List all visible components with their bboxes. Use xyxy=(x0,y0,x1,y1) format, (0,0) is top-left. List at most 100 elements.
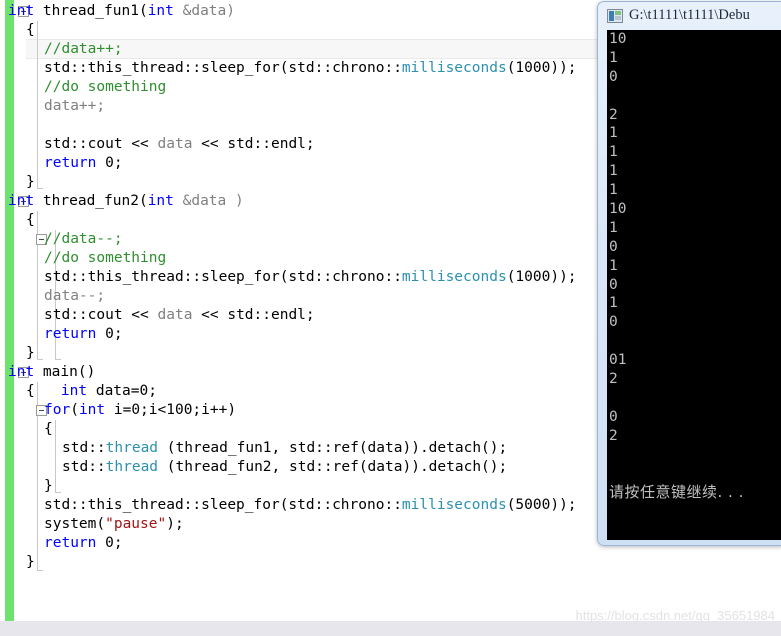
code-line[interactable]: std::this_thread::sleep_for(std::chrono:… xyxy=(0,268,577,287)
code-token: data--; xyxy=(44,288,106,304)
code-token: << std::endl; xyxy=(192,136,315,152)
console-output-line: 2 xyxy=(609,371,618,388)
code-token: (1000)); xyxy=(506,60,577,76)
code-token: int xyxy=(147,193,183,209)
indent-guide-end xyxy=(55,359,61,360)
code-line[interactable]: //data++; xyxy=(0,40,123,59)
code-token: thread xyxy=(105,459,159,475)
code-line[interactable]: return 0; xyxy=(0,534,123,553)
code-line[interactable]: system("pause"); xyxy=(0,515,184,534)
console-output-line: 1 xyxy=(609,163,618,180)
code-line[interactable]: { xyxy=(0,21,35,40)
code-line[interactable]: int thread_fun2(int &data ) xyxy=(0,192,244,211)
code-token: } xyxy=(26,174,35,190)
code-token: std::this_thread::sleep_for(std::chrono:… xyxy=(44,269,402,285)
code-token: &data ) xyxy=(182,193,244,209)
code-token: 0; xyxy=(105,155,123,171)
code-token: data=0; xyxy=(95,383,157,399)
indent-guide-end xyxy=(37,570,43,571)
code-token: int xyxy=(147,3,183,19)
code-line[interactable]: } xyxy=(0,553,35,572)
code-line[interactable]: std::this_thread::sleep_for(std::chrono:… xyxy=(0,496,577,515)
code-token: "pause" xyxy=(105,516,167,532)
code-token: 0; xyxy=(105,326,123,342)
code-line[interactable]: std::cout << data << std::endl; xyxy=(0,135,315,154)
code-token: std:: xyxy=(62,440,106,456)
code-line[interactable]: std::this_thread::sleep_for(std::chrono:… xyxy=(0,59,577,78)
code-line[interactable]: data++; xyxy=(0,97,105,116)
code-token: return xyxy=(44,535,106,551)
code-line[interactable]: std::thread (thread_fun2, std::ref(data)… xyxy=(0,458,507,477)
code-token: { xyxy=(44,421,53,437)
code-token: data xyxy=(157,307,193,323)
code-line[interactable]: { int data=0; xyxy=(0,382,157,401)
code-token: { xyxy=(26,22,35,38)
code-token: int xyxy=(78,402,114,418)
code-line[interactable]: int thread_fun1(int &data) xyxy=(0,2,235,21)
code-line[interactable]: data--; xyxy=(0,287,105,306)
console-output-line: 10 xyxy=(609,31,627,47)
code-token: std::this_thread::sleep_for(std::chrono:… xyxy=(44,60,402,76)
console-output-line: 0 xyxy=(609,314,618,331)
code-line[interactable]: } xyxy=(0,173,35,192)
code-token: milliseconds xyxy=(401,269,507,285)
code-token: (thread_fun1, std::ref(data)).detach(); xyxy=(158,440,508,456)
code-token: main() xyxy=(42,364,96,380)
watermark-text: https://blog.csdn.net/qq_35651984 xyxy=(575,608,776,623)
code-token: milliseconds xyxy=(401,497,507,513)
code-token: &data) xyxy=(182,3,235,19)
code-line[interactable]: //data--; xyxy=(0,230,123,249)
code-line[interactable]: } xyxy=(0,477,53,496)
code-token: } xyxy=(44,478,53,494)
code-token: int xyxy=(60,383,96,399)
code-line[interactable]: //do something xyxy=(0,78,166,97)
console-output-line: 0 xyxy=(609,68,618,85)
code-line[interactable] xyxy=(0,116,44,135)
code-token: thread xyxy=(105,440,159,456)
console-output-line: 0 xyxy=(609,276,618,293)
console-titlebar[interactable]: G:\t1111\t1111\Debu xyxy=(598,2,781,29)
code-token: { xyxy=(26,212,35,228)
console-output-line: 01 xyxy=(609,352,627,369)
code-token: for xyxy=(44,402,71,418)
code-token: std::this_thread::sleep_for(std::chrono:… xyxy=(44,497,402,513)
code-line[interactable]: } xyxy=(0,344,35,363)
console-output-area[interactable]: 10 1 0 2 1 1 1 1 10 1 0 1 0 1 0 01 2 02 请按任意键继续. . . xyxy=(607,30,781,540)
code-token: i=0;i<100;i++) xyxy=(113,402,237,418)
code-token: thread_fun1( xyxy=(42,3,148,19)
code-token: } xyxy=(26,345,35,361)
code-line[interactable]: int main() xyxy=(0,363,95,382)
console-window[interactable]: G:\t1111\t1111\Debu 10 1 0 2 1 1 1 1 10 1 0 1 0 1 0 0… xyxy=(597,1,781,546)
code-line[interactable]: std::cout << data << std::endl; xyxy=(0,306,315,325)
code-line[interactable]: for(int i=0;i<100;i++) xyxy=(0,401,236,420)
code-token: thread_fun2( xyxy=(42,193,148,209)
code-line[interactable]: return 0; xyxy=(0,154,123,173)
code-token: std:: xyxy=(62,459,106,475)
code-line[interactable]: std::thread (thread_fun1, std::ref(data)… xyxy=(0,439,507,458)
console-output-line: 10 xyxy=(609,201,627,218)
indent-guide-end xyxy=(55,492,61,493)
code-token: std::cout << xyxy=(44,307,158,323)
console-prompt-line: 请按任意键继续. . . xyxy=(609,483,744,502)
indent-guide-end xyxy=(37,359,43,360)
code-token: std::cout << xyxy=(44,136,158,152)
console-output-line: 0 xyxy=(609,238,618,255)
code-line[interactable]: { xyxy=(0,420,53,439)
code-line[interactable]: //do something xyxy=(0,249,166,268)
console-output-line: 1 xyxy=(609,219,618,236)
code-token: ); xyxy=(166,516,184,532)
code-token: 0; xyxy=(105,535,123,551)
console-output-line: 2 xyxy=(609,106,618,123)
code-token: data xyxy=(157,136,193,152)
console-output-line: 1 xyxy=(609,182,618,199)
console-output-line: 1 xyxy=(609,144,618,161)
code-token: return xyxy=(44,326,106,342)
code-token: (5000)); xyxy=(506,497,577,513)
console-output-line: 1 xyxy=(609,49,618,66)
code-line[interactable]: return 0; xyxy=(0,325,123,344)
code-token: //do something xyxy=(44,79,167,95)
code-line[interactable]: { xyxy=(0,211,35,230)
code-token: system( xyxy=(44,516,106,532)
